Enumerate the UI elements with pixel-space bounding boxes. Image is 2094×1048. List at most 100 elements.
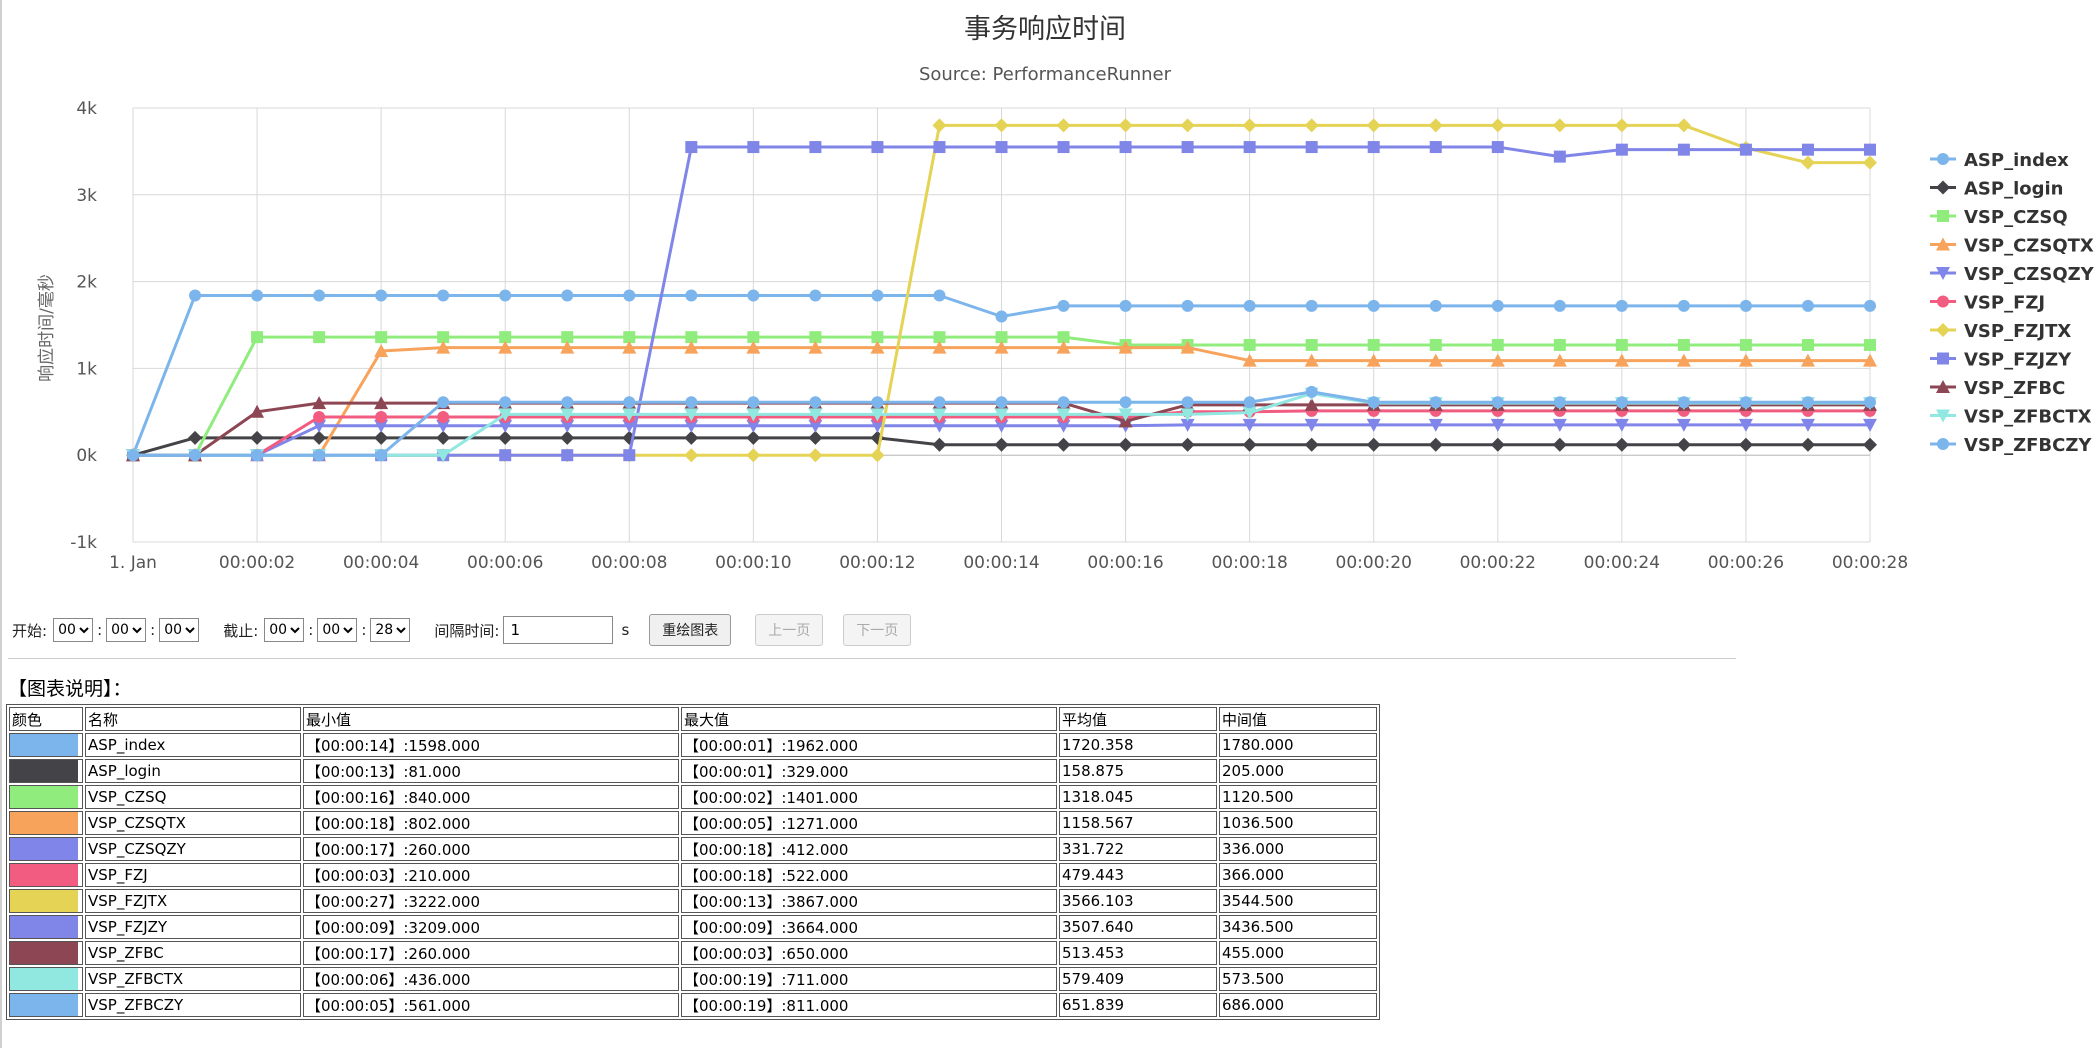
data-point [1864,396,1876,409]
data-point [1937,438,1949,450]
data-point [1677,396,1690,409]
data-point [685,396,698,409]
y-tick-label: 2k [76,273,97,293]
data-point [313,331,326,344]
x-tick-label: 00:00:28 [1832,553,1908,573]
data-point [1367,141,1380,154]
row-min: 【00:00:13】:81.000 [303,759,679,783]
data-point [312,430,327,445]
row-median: 3544.500 [1219,889,1377,913]
data-point [1243,338,1256,351]
table-row: VSP_FZJ 【00:00:03】:210.000 【00:00:18】:522.… [9,863,1377,887]
header-median: 中间值 [1219,707,1377,731]
data-point [1615,299,1628,312]
color-swatch [10,864,78,886]
data-point [1180,118,1195,133]
data-point [1615,396,1628,409]
row-median: 686.000 [1219,993,1377,1017]
x-tick-label: 00:00:06 [467,553,543,573]
end-hour-select[interactable]: 00 [264,618,305,642]
data-point [1864,143,1876,156]
legend-label: VSP_FZJTX [1964,321,2071,342]
data-point [499,449,512,462]
row-name: VSP_CZSQTX [85,811,301,835]
row-max: 【00:00:05】:1271.000 [681,811,1057,835]
row-avg: 479.443 [1059,863,1217,887]
row-name: VSP_FZJZY [85,915,301,939]
row-max: 【00:00:01】:1962.000 [681,733,1057,757]
next-page-button[interactable]: 下一页 [843,614,912,646]
legend-item: VSP_FZJZY [1930,350,2072,371]
table-row: VSP_ZFBC 【00:00:17】:260.000 【00:00:03】:650… [9,941,1377,965]
row-name: VSP_FZJ [85,863,301,887]
data-point [313,411,326,424]
data-point [1553,299,1566,312]
header-avg: 平均值 [1059,707,1217,731]
data-point [1614,118,1629,133]
x-tick-label: 00:00:10 [715,553,791,573]
data-point [1243,396,1256,409]
start-second-select[interactable]: 00 [159,618,200,642]
row-min: 【00:00:03】:210.000 [303,863,679,887]
color-swatch [10,994,78,1016]
row-color-swatch [9,733,83,757]
row-name: VSP_ZFBCTX [85,967,301,991]
end-second-select[interactable]: 28 [370,618,411,642]
data-point [1937,153,1949,165]
start-hour-select[interactable]: 00 [53,618,94,642]
data-point [1305,385,1318,398]
chart-subtitle: Source: PerformanceRunner [919,64,1172,85]
row-color-swatch [9,863,83,887]
colon: : [361,621,367,639]
data-point [1242,118,1257,133]
data-point [1615,338,1628,351]
x-tick-label: 00:00:14 [963,553,1039,573]
row-min: 【00:00:17】:260.000 [303,837,679,861]
row-avg: 3507.640 [1059,915,1217,939]
data-point [746,448,761,463]
row-color-swatch [9,993,83,1017]
data-point [747,396,760,409]
legend-label: ASP_login [1964,179,2064,200]
end-minute-select[interactable]: 00 [317,618,358,642]
data-point [809,141,822,154]
redraw-chart-button[interactable]: 重绘图表 [649,614,732,646]
data-point [994,118,1009,133]
data-point [1428,437,1443,452]
data-point [1739,143,1752,156]
color-swatch [10,838,78,860]
row-max: 【00:00:18】:412.000 [681,837,1057,861]
data-point [1863,437,1877,452]
row-avg: 1318.045 [1059,785,1217,809]
row-color-swatch [9,889,83,913]
data-point [1243,299,1256,312]
colon: : [308,621,314,639]
data-point [1864,299,1876,312]
data-point [933,141,946,154]
data-point [1429,396,1442,409]
data-point [1367,396,1380,409]
legend-label: VSP_CZSQTX [1964,236,2094,257]
start-minute-select[interactable]: 00 [106,618,147,642]
legend-label: VSP_FZJ [1964,293,2045,314]
data-point [995,141,1008,154]
data-point [251,331,264,344]
data-point [1739,396,1752,409]
data-point [1676,437,1691,452]
legend-label: ASP_index [1964,150,2069,171]
data-point [251,289,264,302]
legend-item: VSP_ZFBCTX [1930,407,2092,428]
color-swatch [10,942,78,964]
data-point [561,449,574,462]
x-tick-label: 00:00:22 [1460,553,1536,573]
data-point [1119,299,1132,312]
data-point [871,141,884,154]
data-point [1180,437,1195,452]
data-point [1367,338,1380,351]
data-point [932,118,947,133]
colon: : [150,621,156,639]
interval-input[interactable] [503,616,614,644]
prev-page-button[interactable]: 上一页 [755,614,824,646]
row-median: 366.000 [1219,863,1377,887]
data-point [1304,437,1319,452]
